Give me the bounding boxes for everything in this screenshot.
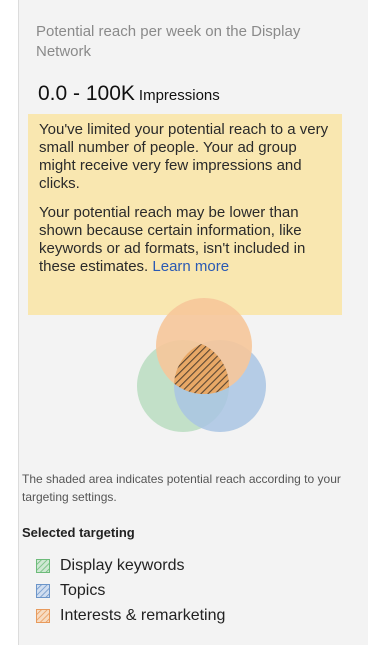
targeting-legend: Display keywords Topics Interests & rema… — [36, 553, 225, 628]
legend-item-interests-remarketing: Interests & remarketing — [36, 603, 225, 628]
reach-range: 0.0 - 100K — [38, 82, 135, 105]
legend-label: Topics — [60, 581, 106, 599]
warning-text: You've limited your potential reach to a… — [39, 121, 329, 192]
legend-item-topics: Topics — [36, 578, 225, 603]
venn-caption: The shaded area indicates potential reac… — [22, 472, 341, 504]
keywords-swatch-icon — [36, 558, 50, 573]
potential-reach-value: 0.0 - 100K Impressions — [38, 82, 220, 106]
interests-swatch-icon — [36, 608, 50, 623]
panel-heading: Potential reach per week on the Display … — [36, 23, 301, 60]
reach-unit: Impressions — [138, 87, 220, 104]
legend-label: Display keywords — [60, 556, 185, 574]
legend-item-display-keywords: Display keywords — [36, 553, 225, 578]
legend-label: Interests & remarketing — [60, 606, 226, 624]
learn-more-link[interactable]: Learn more — [152, 258, 229, 275]
topics-swatch-icon — [36, 583, 50, 598]
selected-targeting-title: Selected targeting — [22, 525, 135, 540]
limited-reach-warning: You've limited your potential reach to a… — [28, 114, 342, 315]
estimate-note: Your potential reach may be lower than s… — [39, 204, 330, 276]
